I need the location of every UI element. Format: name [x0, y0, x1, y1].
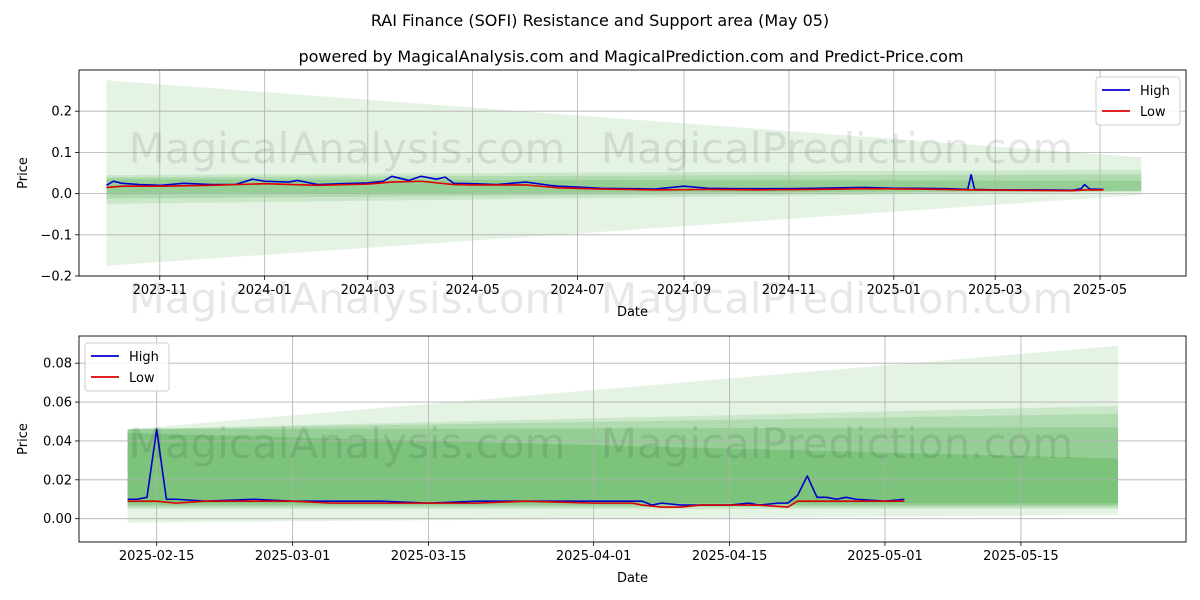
- y-tick-label: 0.02: [43, 473, 72, 488]
- bottom-panel-legend: High Low: [84, 342, 170, 392]
- legend-label-high: High: [129, 350, 159, 365]
- y-axis-label: Price: [16, 157, 31, 189]
- y-tick-label: 0.2: [51, 105, 72, 120]
- chart-subtitle: powered by MagicalAnalysis.com and Magic…: [298, 47, 963, 66]
- x-tick-label: 2025-04-15: [692, 549, 768, 564]
- y-tick-label: 0.0: [51, 187, 72, 202]
- y-tick-label: 0.1: [51, 146, 72, 161]
- x-tick-label: 2025-05-15: [983, 549, 1059, 564]
- legend-label-low: Low: [1140, 105, 1166, 120]
- watermark-analysis-top: MagicalAnalysis.com: [129, 124, 566, 173]
- top-panel-legend: High Low: [1095, 76, 1181, 126]
- y-tick-label: 0.06: [43, 396, 72, 411]
- chart-title: RAI Finance (SOFI) Resistance and Suppor…: [371, 11, 829, 30]
- watermark-prediction-mid: MagicalPrediction.com: [601, 274, 1074, 323]
- figure: RAI Finance (SOFI) Resistance and Suppor…: [0, 0, 1200, 600]
- watermark-prediction-top: MagicalPrediction.com: [601, 124, 1074, 173]
- legend-label-low: Low: [129, 371, 155, 386]
- watermark-analysis-bottom: MagicalAnalysis.com: [129, 419, 566, 468]
- x-tick-label: 2025-02-15: [119, 549, 195, 564]
- x-tick-label: 2025-05-01: [847, 549, 923, 564]
- y-tick-label: −0.1: [40, 228, 72, 243]
- x-axis-label: Date: [617, 571, 648, 586]
- y-tick-label: −0.2: [40, 270, 72, 285]
- x-tick-label: 2025-03-15: [391, 549, 467, 564]
- watermark-prediction-bottom: MagicalPrediction.com: [601, 419, 1074, 468]
- y-tick-label: 0.04: [43, 434, 72, 449]
- x-tick-label: 2025-04-01: [556, 549, 632, 564]
- x-tick-label: 2025-05: [1073, 283, 1127, 298]
- y-tick-label: 0.08: [43, 357, 72, 372]
- y-tick-label: 0.00: [43, 512, 72, 527]
- y-axis-label: Price: [16, 423, 31, 455]
- legend-label-high: High: [1140, 84, 1170, 99]
- watermark-analysis-mid: MagicalAnalysis.com: [129, 274, 566, 323]
- x-tick-label: 2025-03-01: [255, 549, 331, 564]
